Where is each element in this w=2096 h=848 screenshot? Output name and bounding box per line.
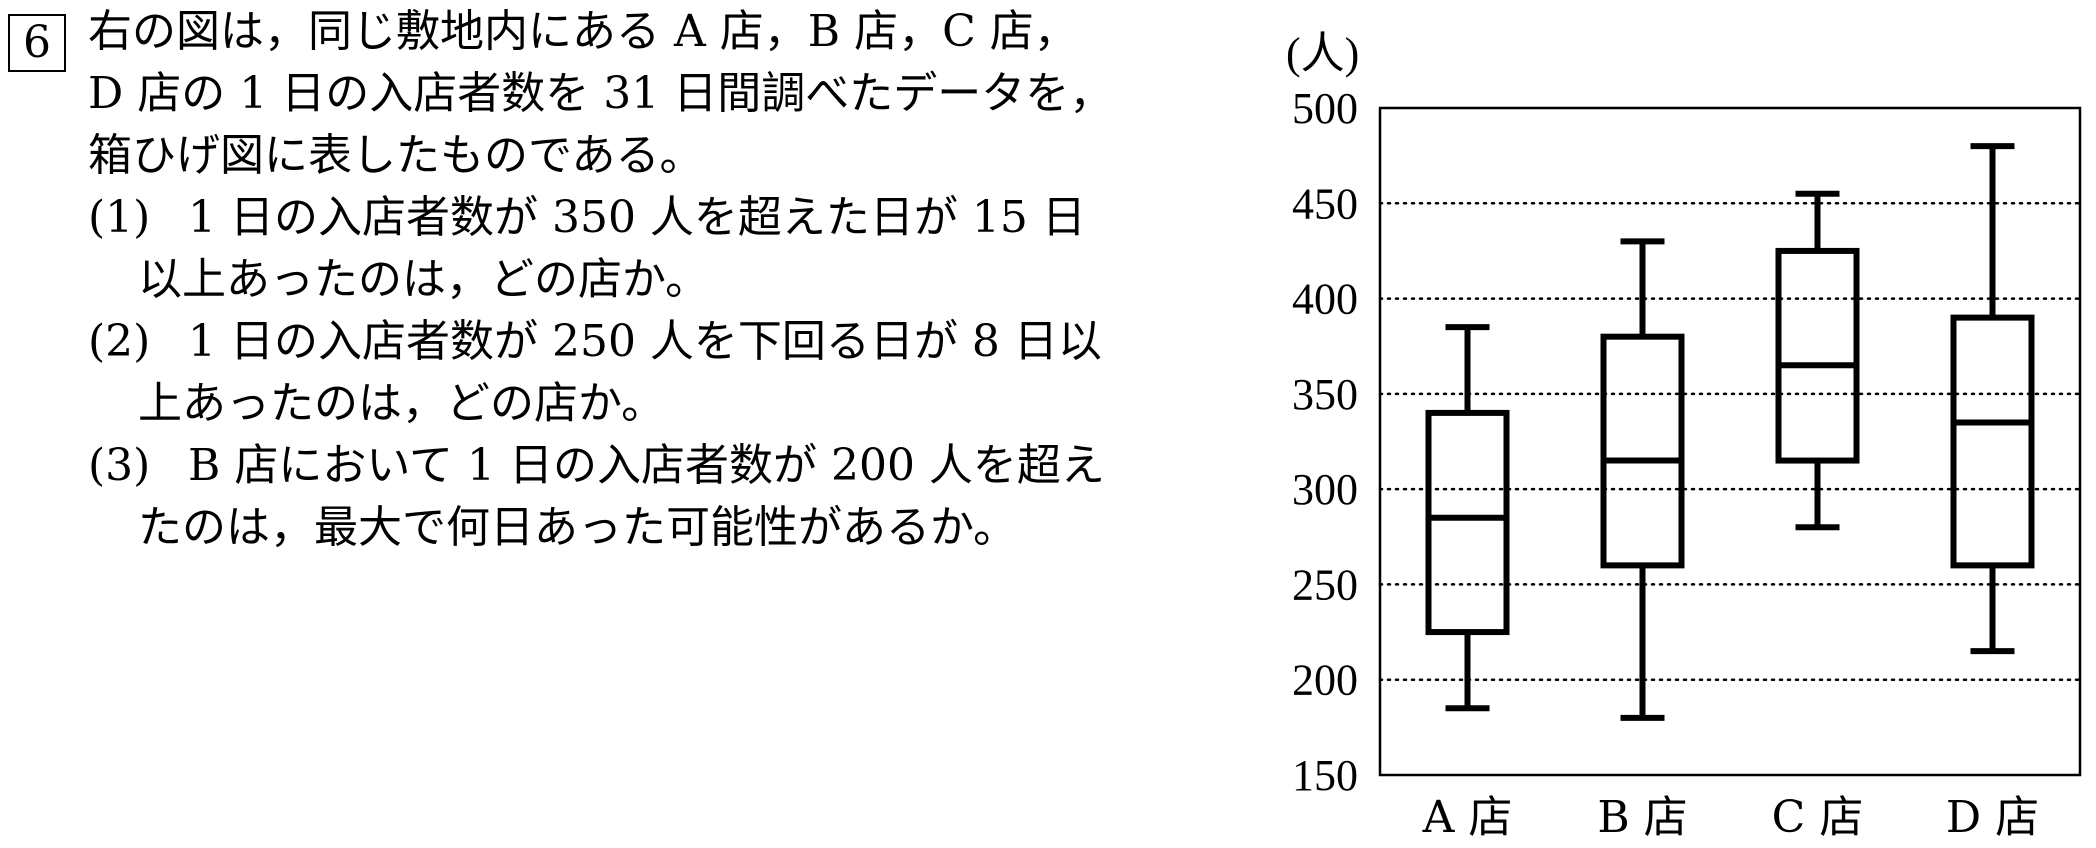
grid-lines	[1378, 202, 2082, 681]
question-1-mark: (1)	[88, 192, 151, 243]
y-tick-label-200: 200	[1292, 656, 1358, 705]
intro-line-2: D 店の 1 日の入店者数を 31 日間調べたデータを，	[88, 68, 1114, 119]
y-tick-label-400: 400	[1292, 275, 1358, 324]
box-group-4	[1950, 143, 2035, 655]
y-tick-labels: 150 200 250 300 350 400 450 500	[1292, 84, 1358, 800]
x-category-labels: A 店B 店C 店D 店	[1422, 792, 2040, 843]
y-tick-label-350: 350	[1292, 370, 1358, 419]
box-iqr	[1950, 314, 2035, 569]
boxplot-svg: (人) 150 200 250 300 350 400 450 500 A 店 B 店 C 店 D …	[1286, 29, 2082, 843]
question-3-line-2: たのは，最大で何日あった可能性があるか。	[138, 502, 1018, 553]
y-tick-label-150: 150	[1292, 751, 1358, 800]
question-2-line-2: 上あったのは，どの店か。	[138, 378, 666, 429]
box-iqr	[1600, 333, 1685, 569]
x-category-label-3: C 店	[1772, 792, 1864, 843]
question-3-line-1: B 店において 1 日の入店者数が 200 人を超え	[188, 440, 1105, 491]
question-number-box: 6	[8, 14, 66, 72]
question-2-line-1: 1 日の入店者数が 250 人を下回る日が 8 日以	[188, 316, 1102, 367]
y-tick-label-250: 250	[1292, 560, 1358, 609]
box-group-1	[1425, 324, 1510, 712]
intro-line-1: 右の図は，同じ敷地内にある A 店，B 店，C 店，	[88, 6, 1078, 57]
y-tick-label-500: 500	[1292, 84, 1358, 133]
plot-frame	[1378, 106, 2082, 777]
box-group-2	[1600, 238, 1685, 721]
question-2-mark: (2)	[88, 316, 151, 367]
y-tick-label-300: 300	[1292, 465, 1358, 514]
problem-text: 6 右の図は，同じ敷地内にある A 店，B 店，C 店， D 店の 1 日の入店…	[0, 0, 1230, 848]
y-tick-label-450: 450	[1292, 179, 1358, 228]
x-category-label-1: A 店	[1422, 792, 1513, 843]
box-iqr	[1425, 409, 1510, 636]
question-1-line-2: 以上あったのは，どの店か。	[138, 254, 710, 305]
intro-line-3: 箱ひげ図に表したものである。	[88, 130, 704, 181]
question-3-mark: (3)	[88, 440, 151, 491]
x-category-label-4: D 店	[1946, 792, 2039, 843]
x-category-label-2: B 店	[1597, 792, 1687, 843]
question-1-line-1: 1 日の入店者数が 350 人を超えた日が 15 日	[188, 192, 1086, 243]
y-unit-label: (人)	[1286, 29, 1359, 78]
box-iqr	[1775, 247, 1860, 464]
boxes	[1425, 143, 2035, 721]
box-group-3	[1775, 190, 1860, 531]
boxplot-chart: (人) 150 200 250 300 350 400 450 500 A 店 B 店 C 店 D …	[1230, 0, 2096, 848]
